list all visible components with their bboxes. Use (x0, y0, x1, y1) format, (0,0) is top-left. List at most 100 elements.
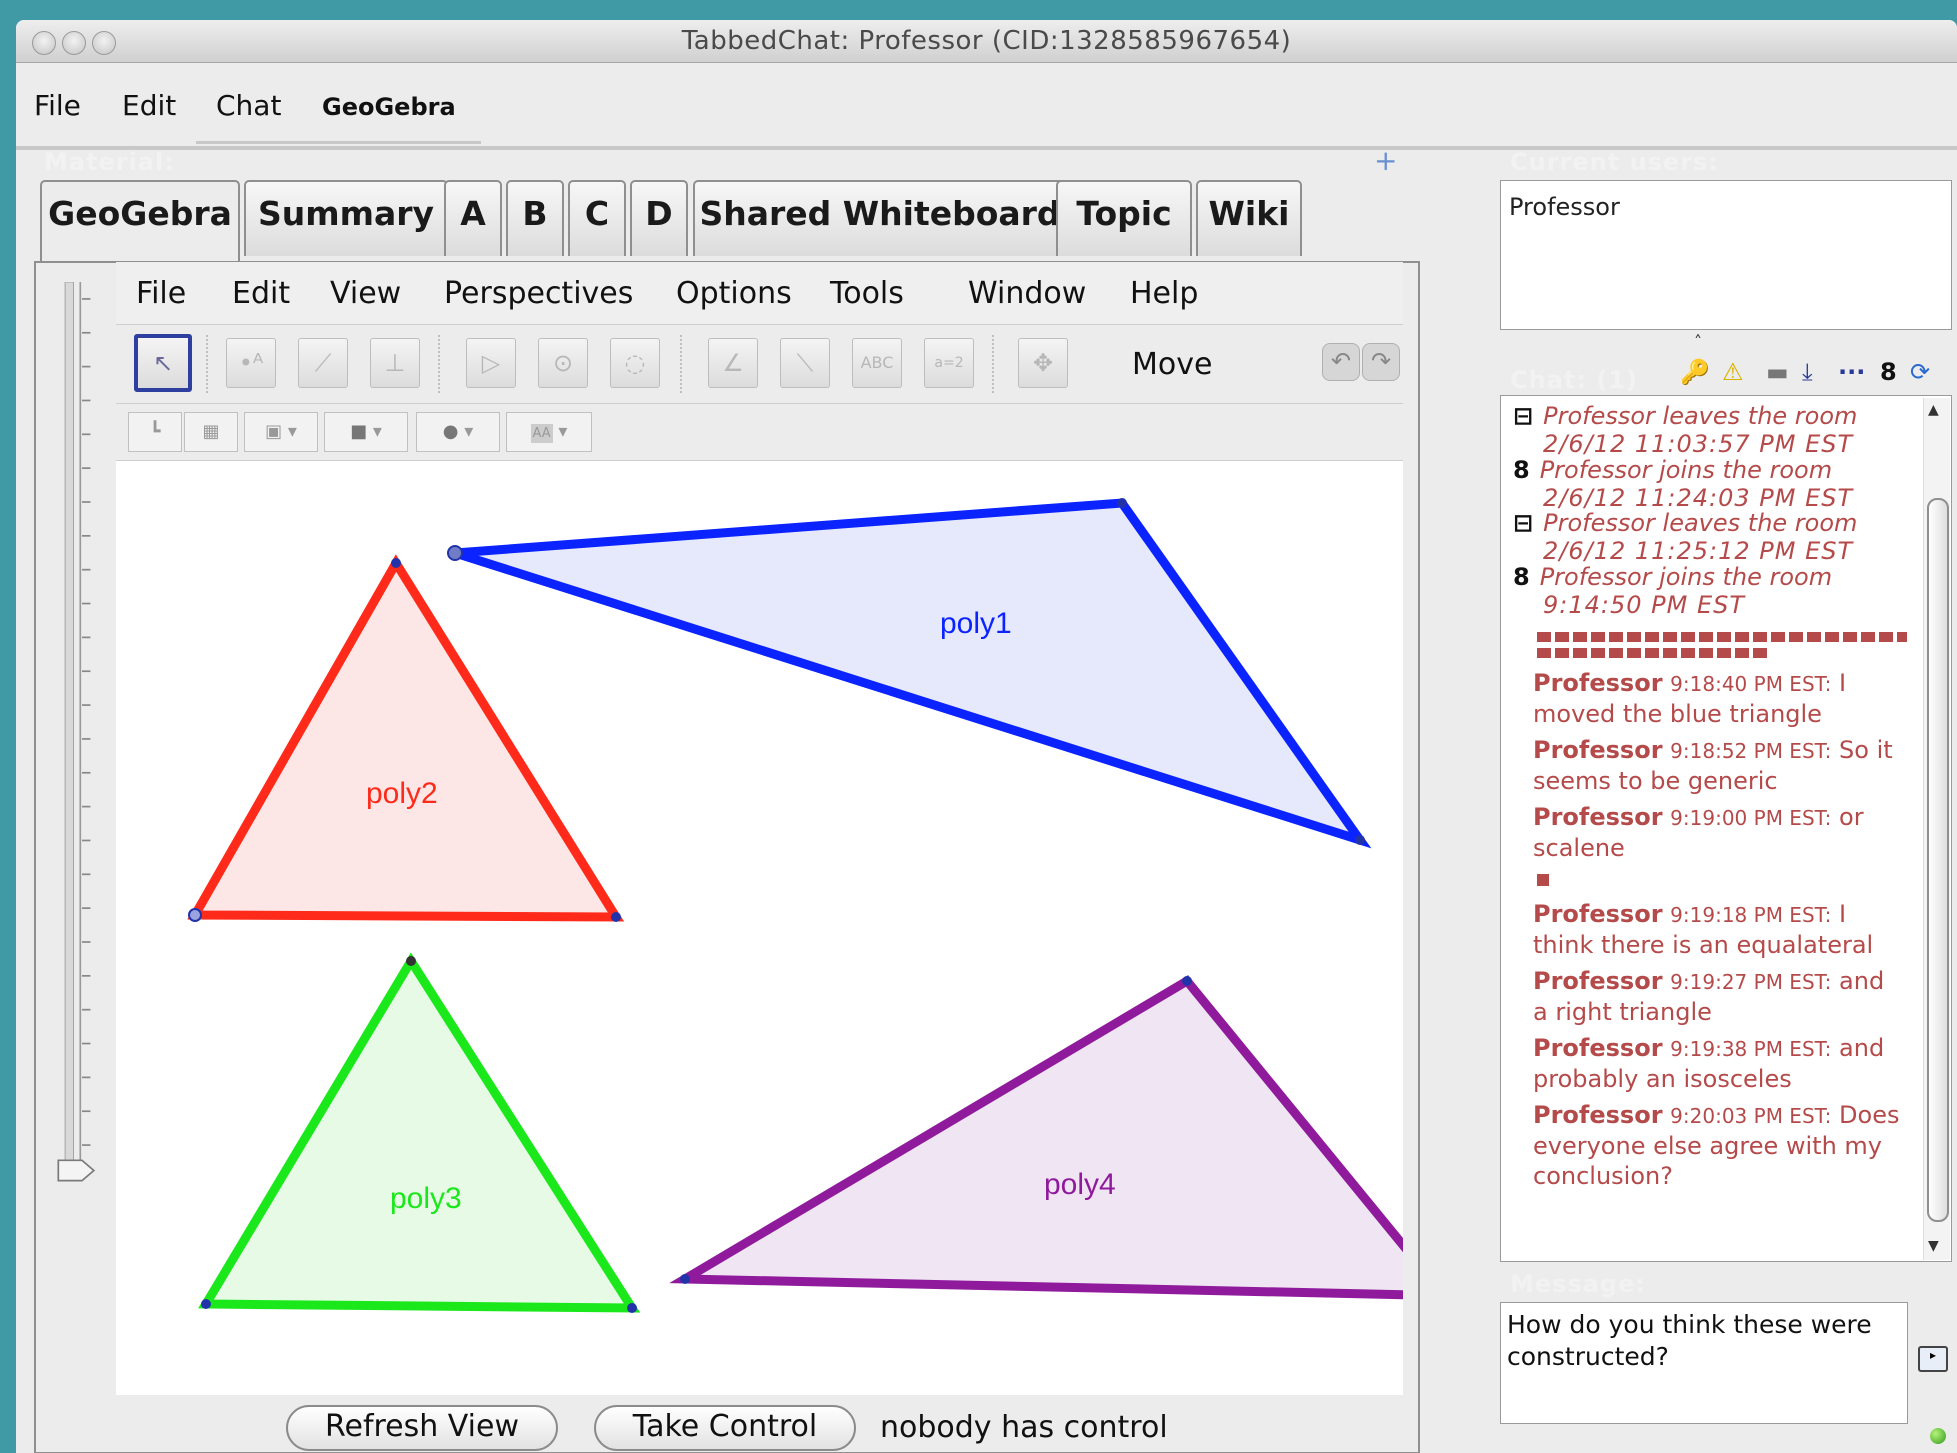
redacted-text (1537, 632, 1907, 642)
current-users-list: Professor (1500, 180, 1952, 330)
event-time: 2/6/12 11:03:57 PM EST (1543, 430, 1854, 458)
chat-message: Professor 9:18:40 PM EST: Imoved the blu… (1533, 669, 1847, 728)
move-tool-icon[interactable]: ↖ (134, 334, 192, 392)
scroll-down-icon[interactable]: ▼ (1928, 1238, 1939, 1254)
tab-shared-whiteboard[interactable]: Shared Whiteboard (693, 180, 1067, 256)
message-input[interactable]: How do you think these were constructed? (1500, 1302, 1908, 1424)
splitter-handle[interactable]: ˄ (1694, 332, 1702, 351)
graphics-view[interactable]: poly1 poly2 poly3 poly4 (116, 461, 1403, 1395)
poly3-label: poly3 (390, 1182, 462, 1215)
tab-summary[interactable]: Summary (244, 180, 448, 256)
folder-icon[interactable]: ▬ (1766, 358, 1789, 386)
poly1-shape[interactable] (447, 498, 1372, 849)
control-status: nobody has control (880, 1410, 1168, 1445)
chat-log[interactable]: ⊟ Professor leaves the room 2/6/12 11:03:… (1500, 395, 1952, 1262)
connection-status-icon (1930, 1428, 1946, 1444)
gg-menu-tools[interactable]: Tools (830, 276, 904, 311)
tab-wiki[interactable]: Wiki (1196, 180, 1302, 256)
chat-event: 8 Professor joins the room (1513, 456, 1833, 484)
perpendicular-tool-icon[interactable]: ⊥ (370, 338, 420, 388)
gg-menu-perspectives[interactable]: Perspectives (444, 276, 633, 311)
tab-topic[interactable]: Topic (1056, 180, 1192, 256)
refresh-icon[interactable]: ⟳ (1910, 358, 1930, 386)
slider-tool-label: a=2 (934, 355, 964, 371)
search-icon[interactable]: 🔑 (1680, 358, 1710, 386)
text-tool-label: ABC (860, 353, 894, 372)
gg-menu-options[interactable]: Options (676, 276, 792, 311)
label-style-dropdown-icon[interactable]: AA ▾ (506, 412, 592, 452)
poly1-label: poly1 (940, 607, 1012, 640)
point-style-dropdown-icon[interactable]: ● ▾ (416, 412, 500, 452)
gg-menu-window[interactable]: Window (968, 276, 1086, 311)
alert-icon[interactable]: ⚠ (1722, 358, 1744, 386)
gg-menu-edit[interactable]: Edit (232, 276, 290, 311)
menu-geogebra[interactable]: GeoGebra (322, 93, 456, 121)
tab-a[interactable]: A (444, 180, 502, 256)
redacted-text (1537, 874, 1549, 886)
join-icon: 8 (1513, 563, 1530, 591)
menu-edit[interactable]: Edit (122, 89, 176, 122)
redo-icon[interactable]: ↷ (1362, 343, 1400, 381)
menu-divider (196, 141, 481, 144)
slider-tool-icon[interactable]: a=2 (924, 338, 974, 388)
fill-dropdown-icon[interactable]: ■ ▾ (324, 412, 408, 452)
event-time: 2/6/12 11:24:03 PM EST (1543, 484, 1854, 512)
tab-b[interactable]: B (506, 180, 564, 256)
user-icon[interactable]: 8 (1880, 358, 1897, 386)
gg-menu-view[interactable]: View (330, 276, 401, 311)
tab-d[interactable]: D (630, 180, 688, 256)
gg-menu-help[interactable]: Help (1130, 276, 1198, 311)
slider-thumb (57, 1159, 96, 1182)
event-time: 9:14:50 PM EST (1543, 591, 1746, 619)
line-tool-icon[interactable]: ⟋ (298, 338, 348, 388)
move-view-icon[interactable]: ✥ (1018, 338, 1068, 388)
grid-toggle-icon[interactable]: ▦ (184, 412, 238, 452)
circle-tool-icon[interactable]: ⊙ (538, 338, 588, 388)
download-icon[interactable]: ⤓ (1802, 358, 1813, 386)
chat-scrollbar[interactable]: ▲ ▼ (1923, 398, 1950, 1260)
menu-chat[interactable]: Chat (216, 89, 281, 122)
chat-message: Professor 9:19:27 PM EST: and a right tri… (1533, 967, 1885, 1026)
user-item[interactable]: Professor (1509, 193, 1943, 221)
chat-message: Professor 9:19:18 PM EST: Ithink there i… (1533, 900, 1874, 959)
chat-event: ⊟ Professor leaves the room (1513, 402, 1858, 430)
tab-c[interactable]: C (568, 180, 626, 256)
geogebra-applet: File Edit View Perspectives Options Tool… (116, 262, 1403, 1395)
leave-icon: ⊟ (1513, 402, 1534, 430)
refresh-view-button[interactable]: Refresh View (286, 1405, 558, 1451)
undo-icon[interactable]: ↶ (1322, 343, 1360, 381)
geogebra-menu-bar: File Edit View Perspectives Options Tool… (116, 262, 1403, 325)
angle-tool-icon[interactable]: ∠ (708, 338, 758, 388)
gg-menu-file[interactable]: File (136, 276, 186, 311)
geogebra-toolbar: ↖ •ᴬ ⟋ ⊥ ▷ ⊙ ◌ ∠ ⟍ ABC a=2 ✥ Move ↶ ↷ (116, 325, 1403, 404)
label-style-text: AA (530, 424, 553, 443)
vertical-slider[interactable] (52, 282, 112, 1382)
chat-message: Professor 9:19:38 PM EST: and probably an… (1533, 1034, 1885, 1093)
menu-file[interactable]: File (34, 89, 81, 122)
poly3-shape[interactable] (198, 952, 641, 1313)
reflect-tool-icon[interactable]: ⟍ (780, 338, 830, 388)
send-icon[interactable]: ▸ (1918, 1346, 1948, 1372)
chat-event: 8 Professor joins the room (1513, 563, 1833, 591)
point-tool-icon[interactable]: •ᴬ (226, 338, 276, 388)
join-icon: 8 (1513, 456, 1530, 484)
text-tool-icon[interactable]: ABC (852, 338, 902, 388)
polygon-tool-icon[interactable]: ▷ (466, 338, 516, 388)
poly4-shape[interactable] (669, 961, 1403, 1361)
tab-geogebra[interactable]: GeoGebra (40, 180, 240, 264)
app-menu-bar: File Edit Chat GeoGebra (16, 63, 1957, 150)
poly2-shape[interactable] (187, 554, 625, 922)
control-bar: Refresh View Take Control nobody has con… (16, 1397, 1416, 1453)
more-icon[interactable]: ··· (1838, 358, 1865, 386)
conic-tool-icon[interactable]: ◌ (610, 338, 660, 388)
geogebra-style-bar: ┗ ▦ ▣ ▾ ■ ▾ ● ▾ AA ▾ (116, 404, 1403, 461)
add-tab-button[interactable]: + (1374, 144, 1397, 177)
axes-toggle-icon[interactable]: ┗ (128, 412, 182, 452)
take-control-button[interactable]: Take Control (594, 1405, 856, 1451)
scroll-up-icon[interactable]: ▲ (1928, 402, 1939, 418)
scroll-thumb[interactable] (1927, 498, 1949, 1222)
leave-icon: ⊟ (1513, 509, 1534, 537)
message-label: Message: (1510, 1270, 1646, 1298)
color-dropdown-icon[interactable]: ▣ ▾ (244, 412, 318, 452)
window-title: TabbedChat: Professor (CID:1328585967654… (681, 26, 1292, 56)
